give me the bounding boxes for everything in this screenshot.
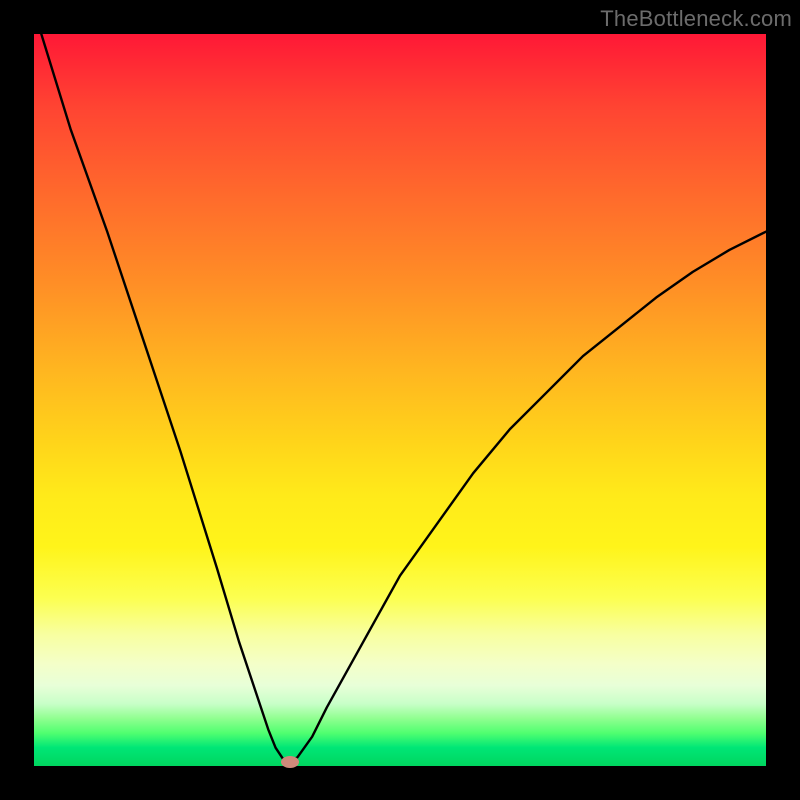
optimum-marker	[281, 756, 299, 768]
plot-area	[34, 34, 766, 766]
chart-curve	[34, 34, 766, 766]
chart-frame: TheBottleneck.com	[0, 0, 800, 800]
watermark-text: TheBottleneck.com	[600, 6, 792, 32]
